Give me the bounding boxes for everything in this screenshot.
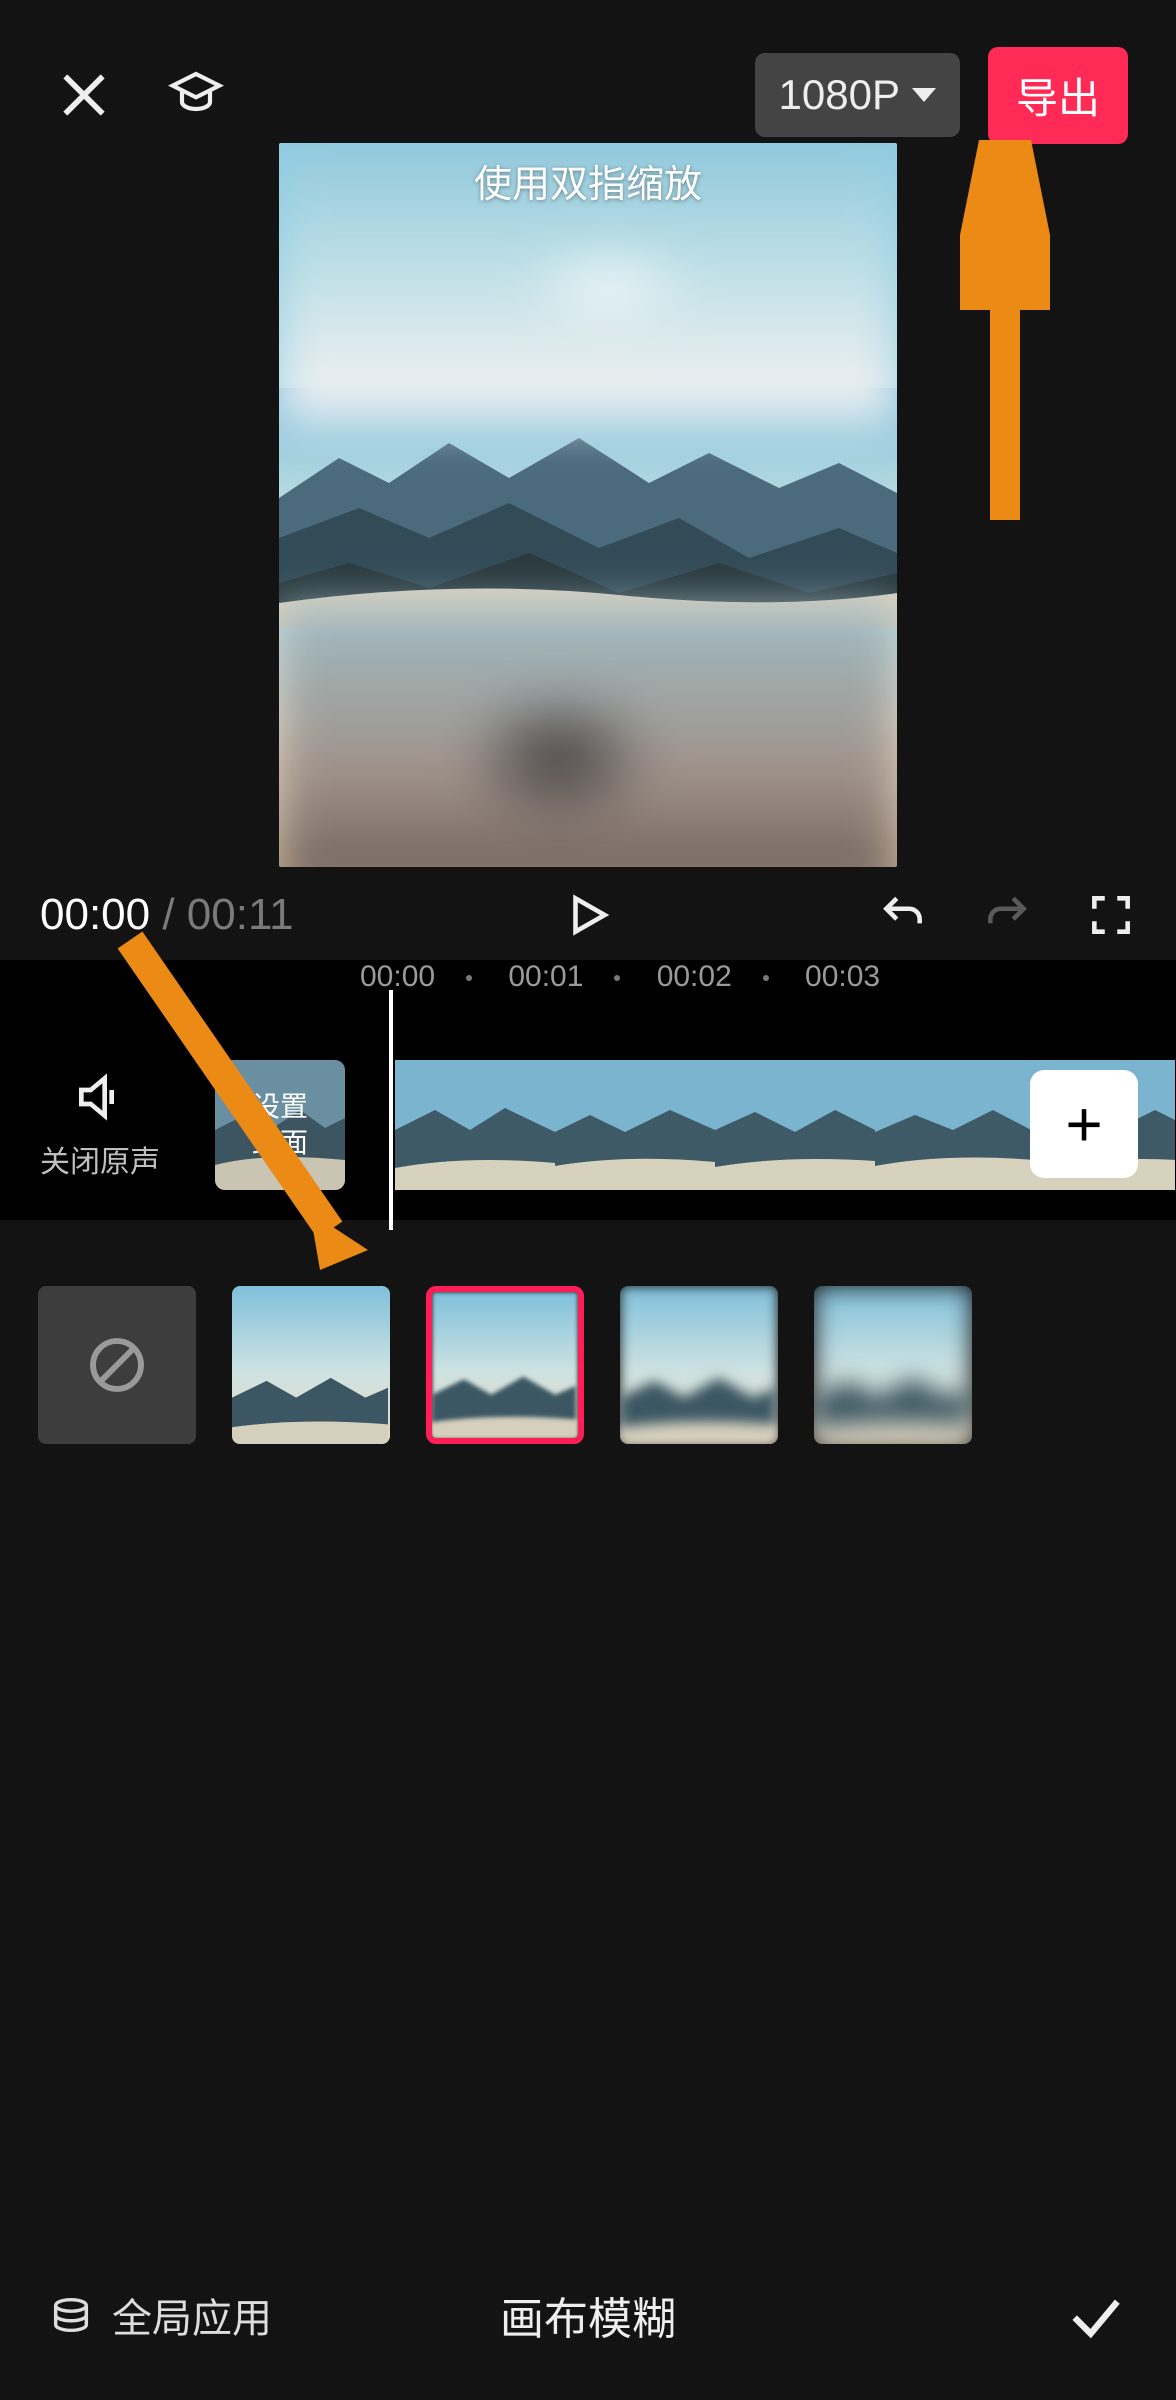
tutorial-icon[interactable] [160, 59, 232, 131]
global-apply-button[interactable]: 全局应用 [48, 2286, 272, 2344]
playhead[interactable] [389, 990, 393, 1230]
layers-icon [48, 2292, 94, 2338]
resolution-selector[interactable]: 1080P [755, 53, 960, 137]
bottom-bar: 全局应用 画布模糊 [0, 2230, 1176, 2400]
timeline[interactable]: 00:00 00:01 00:02 00:03 关闭原声 设置 封面 + [0, 960, 1176, 1220]
chevron-down-icon [912, 88, 936, 102]
preview-content [279, 388, 897, 628]
tick: 00:03 [805, 960, 1029, 994]
clip-frame[interactable] [875, 1060, 1035, 1190]
plus-icon: + [1065, 1087, 1102, 1161]
undo-button[interactable] [878, 890, 928, 940]
total-time: 00:11 [187, 890, 294, 939]
fullscreen-button[interactable] [1086, 890, 1136, 940]
close-button[interactable] [48, 59, 120, 131]
blur-fill-bottom [279, 607, 897, 867]
blur-option-4[interactable] [814, 1286, 972, 1444]
blur-option-1[interactable] [232, 1286, 390, 1444]
clip-frame[interactable] [555, 1060, 715, 1190]
pinch-zoom-hint: 使用双指缩放 [279, 153, 897, 208]
annotation-arrow-export [960, 140, 1050, 530]
blur-option-none[interactable] [38, 1286, 196, 1444]
blur-option-3[interactable] [620, 1286, 778, 1444]
resolution-label: 1080P [779, 71, 900, 119]
time-ruler: 00:00 00:01 00:02 00:03 [0, 960, 1176, 1020]
playback-bar: 00:00 / 00:11 [0, 870, 1176, 960]
time-display: 00:00 / 00:11 [40, 890, 294, 940]
export-button[interactable]: 导出 [988, 47, 1128, 144]
none-icon [85, 1333, 149, 1397]
play-button[interactable] [563, 890, 613, 940]
video-preview[interactable]: 使用双指缩放 [279, 143, 897, 867]
clip-frame[interactable] [715, 1060, 875, 1190]
redo-button[interactable] [982, 890, 1032, 940]
mute-audio-button[interactable]: 关闭原声 [0, 1069, 200, 1181]
blur-options [0, 1275, 1176, 1455]
confirm-button[interactable] [1064, 2283, 1128, 2347]
clip-frame[interactable] [395, 1060, 555, 1190]
current-time: 00:00 [40, 890, 150, 939]
panel-title: 画布模糊 [500, 2283, 676, 2347]
set-cover-button[interactable]: 设置 封面 [215, 1060, 345, 1190]
blur-option-2[interactable] [426, 1286, 584, 1444]
add-clip-button[interactable]: + [1030, 1070, 1138, 1178]
